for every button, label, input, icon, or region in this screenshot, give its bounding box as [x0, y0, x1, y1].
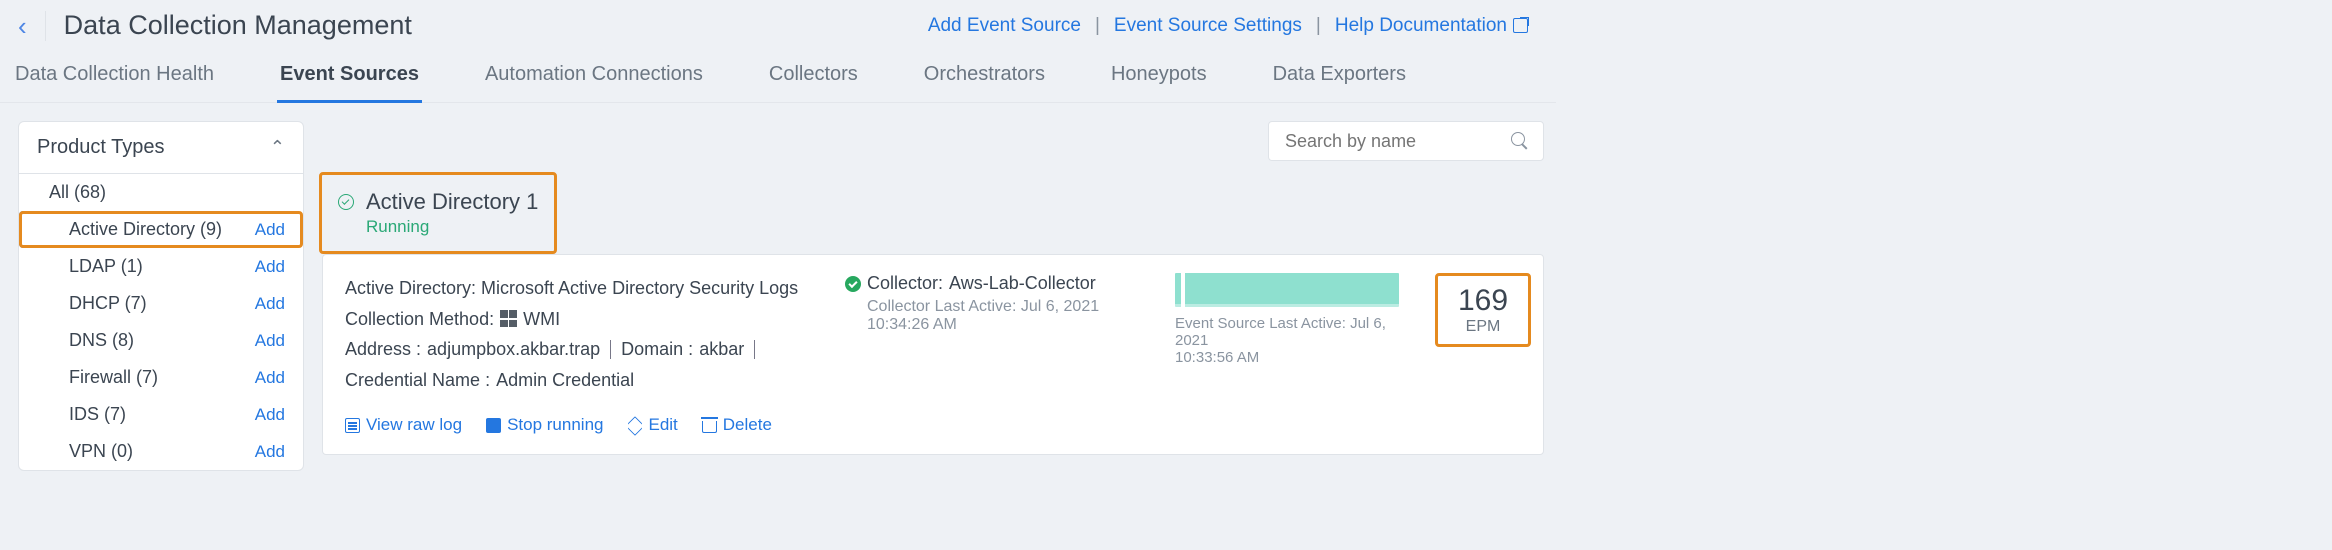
stop-running-action[interactable]: Stop running	[486, 411, 603, 440]
collector-last-active: Collector Last Active: Jul 6, 2021 10:34…	[867, 298, 1145, 334]
document-icon	[345, 418, 360, 433]
back-chevron-icon[interactable]: ‹	[18, 13, 27, 39]
sidebar-item-label: VPN (0)	[69, 441, 133, 462]
help-documentation-link[interactable]: Help Documentation	[1335, 15, 1528, 37]
sidebar-item-ids[interactable]: IDS (7) Add	[19, 396, 303, 433]
source-card-body: Active Directory: Microsoft Active Direc…	[322, 254, 1544, 455]
view-raw-log-label: View raw log	[366, 411, 462, 440]
sidebar-item-label: DNS (8)	[69, 330, 134, 351]
tab-data-collection-health[interactable]: Data Collection Health	[12, 63, 217, 102]
sidebar-header[interactable]: Product Types ⌃	[19, 122, 303, 174]
view-raw-log-action[interactable]: View raw log	[345, 411, 462, 440]
tab-data-exporters[interactable]: Data Exporters	[1270, 63, 1409, 102]
sidebar-item-label: Firewall (7)	[69, 367, 158, 388]
help-documentation-label: Help Documentation	[1335, 15, 1507, 37]
credential-value: Admin Credential	[496, 365, 634, 396]
add-event-source-link[interactable]: Add Event Source	[928, 15, 1081, 37]
stop-running-label: Stop running	[507, 411, 603, 440]
sidebar-item-active-directory[interactable]: Active Directory (9) Add	[19, 211, 303, 248]
pencil-icon	[627, 418, 642, 433]
stop-icon	[486, 418, 501, 433]
sidebar-item-add[interactable]: Add	[255, 405, 285, 425]
sidebar-item-ldap[interactable]: LDAP (1) Add	[19, 248, 303, 285]
source-last-active-line2: 10:33:56 AM	[1175, 349, 1405, 366]
sidebar-item-add[interactable]: Add	[255, 294, 285, 314]
search-input[interactable]	[1283, 130, 1483, 153]
sidebar-item-firewall[interactable]: Firewall (7) Add	[19, 359, 303, 396]
domain-label: Domain :	[621, 334, 693, 365]
search-box[interactable]	[1268, 121, 1544, 161]
sidebar-item-add[interactable]: Add	[255, 442, 285, 462]
search-icon	[1511, 132, 1529, 150]
link-separator: |	[1316, 15, 1321, 37]
sidebar-item-dns[interactable]: DNS (8) Add	[19, 322, 303, 359]
sparkline-column: Event Source Last Active: Jul 6, 2021 10…	[1175, 273, 1405, 366]
source-title: Active Directory 1	[366, 189, 538, 215]
chevron-up-icon: ⌃	[270, 137, 285, 158]
domain-value: akbar	[699, 334, 744, 365]
collector-info: Collector: Aws-Lab-Collector Collector L…	[845, 273, 1145, 334]
page-title: Data Collection Management	[64, 10, 412, 41]
source-last-active-line1: Event Source Last Active: Jul 6, 2021	[1175, 315, 1405, 349]
address-label: Address :	[345, 334, 421, 365]
collection-method-label: Collection Method:	[345, 304, 494, 335]
sidebar-item-add[interactable]: Add	[255, 220, 285, 240]
product-types-sidebar: Product Types ⌃ All (68) Active Directory…	[18, 121, 304, 471]
tabs: Data Collection Health Event Sources Aut…	[0, 41, 1556, 103]
tab-orchestrators[interactable]: Orchestrators	[921, 63, 1048, 102]
source-card-header[interactable]: Active Directory 1 Running	[319, 172, 557, 254]
address-value: adjumpbox.akbar.trap	[427, 334, 600, 365]
source-info: Active Directory: Microsoft Active Direc…	[345, 273, 815, 440]
collection-method-value: WMI	[523, 304, 560, 335]
trash-icon	[702, 421, 717, 433]
sidebar-item-label: LDAP (1)	[69, 256, 143, 277]
tab-automation-connections[interactable]: Automation Connections	[482, 63, 706, 102]
source-status: Running	[366, 217, 538, 237]
sidebar-item-label: IDS (7)	[69, 404, 126, 425]
delete-label: Delete	[723, 411, 772, 440]
field-divider	[754, 340, 755, 359]
sidebar-title: Product Types	[37, 136, 164, 159]
event-sparkline	[1175, 273, 1399, 307]
credential-label: Credential Name :	[345, 365, 490, 396]
link-separator: |	[1095, 15, 1100, 37]
tab-event-sources[interactable]: Event Sources	[277, 63, 422, 103]
sidebar-item-add[interactable]: Add	[255, 331, 285, 351]
epm-label: EPM	[1466, 318, 1501, 336]
sidebar-item-label: Active Directory (9)	[69, 219, 222, 240]
edit-label: Edit	[648, 411, 677, 440]
external-link-icon	[1513, 18, 1528, 33]
info-product-line: Active Directory: Microsoft Active Direc…	[345, 273, 815, 304]
sidebar-item-all[interactable]: All (68)	[19, 174, 303, 211]
epm-badge: 169 EPM	[1435, 273, 1531, 347]
main-content: Active Directory 1 Running Active Direct…	[322, 121, 1544, 455]
edit-action[interactable]: Edit	[627, 411, 677, 440]
sidebar-item-label: DHCP (7)	[69, 293, 147, 314]
header-divider	[45, 11, 46, 41]
event-source-settings-link[interactable]: Event Source Settings	[1114, 15, 1302, 37]
epm-value: 169	[1458, 284, 1508, 318]
source-actions: View raw log Stop running Edit	[345, 411, 815, 440]
sidebar-item-vpn[interactable]: VPN (0) Add	[19, 433, 303, 470]
sidebar-item-add[interactable]: Add	[255, 257, 285, 277]
windows-icon	[500, 310, 517, 327]
check-circle-icon	[845, 276, 861, 292]
sidebar-item-dhcp[interactable]: DHCP (7) Add	[19, 285, 303, 322]
collector-label: Collector:	[867, 273, 943, 294]
tab-honeypots[interactable]: Honeypots	[1108, 63, 1210, 102]
delete-action[interactable]: Delete	[702, 411, 772, 440]
field-divider	[610, 340, 611, 359]
sidebar-item-add[interactable]: Add	[255, 368, 285, 388]
status-running-icon	[338, 194, 354, 210]
tab-collectors[interactable]: Collectors	[766, 63, 861, 102]
sidebar-item-label: All (68)	[49, 182, 106, 203]
collector-name: Aws-Lab-Collector	[949, 273, 1096, 294]
